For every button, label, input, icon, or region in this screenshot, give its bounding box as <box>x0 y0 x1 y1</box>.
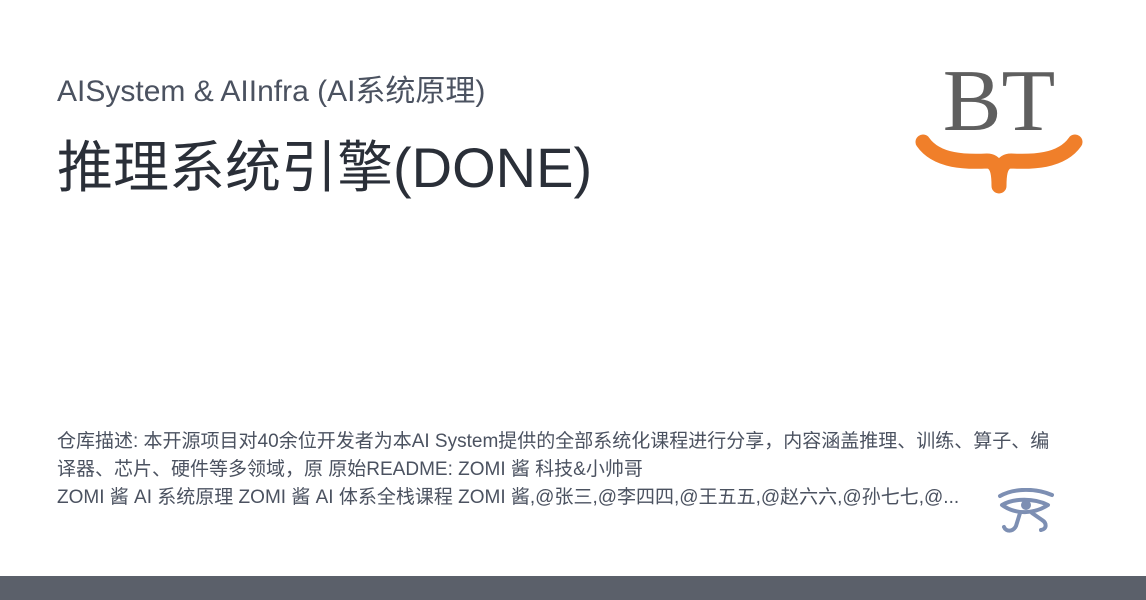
footer-bar <box>0 576 1146 600</box>
repo-title: 推理系统引擎(DONE) <box>57 136 593 199</box>
bt-logo: BT <box>909 30 1089 210</box>
repo-description-line-2: ZOMI 酱 AI 系统原理 ZOMI 酱 AI 体系全栈课程 ZOMI 酱,@… <box>57 487 960 508</box>
repo-preview-card: AISystem & AIInfra (AI系统原理) 推理系统引擎(DONE)… <box>0 0 1146 600</box>
repo-owner-title: AISystem & AIInfra (AI系统原理) <box>57 75 486 108</box>
eye-of-horus-icon <box>996 487 1056 534</box>
logo-text: BT <box>943 53 1055 150</box>
repo-description-line-1: 仓库描述: 本开源项目对40余位开发者为本AI System提供的全部系统化课程… <box>57 431 1050 480</box>
repo-description: 仓库描述: 本开源项目对40余位开发者为本AI System提供的全部系统化课程… <box>57 428 1057 512</box>
bt-logo-icon: BT <box>915 53 1083 194</box>
